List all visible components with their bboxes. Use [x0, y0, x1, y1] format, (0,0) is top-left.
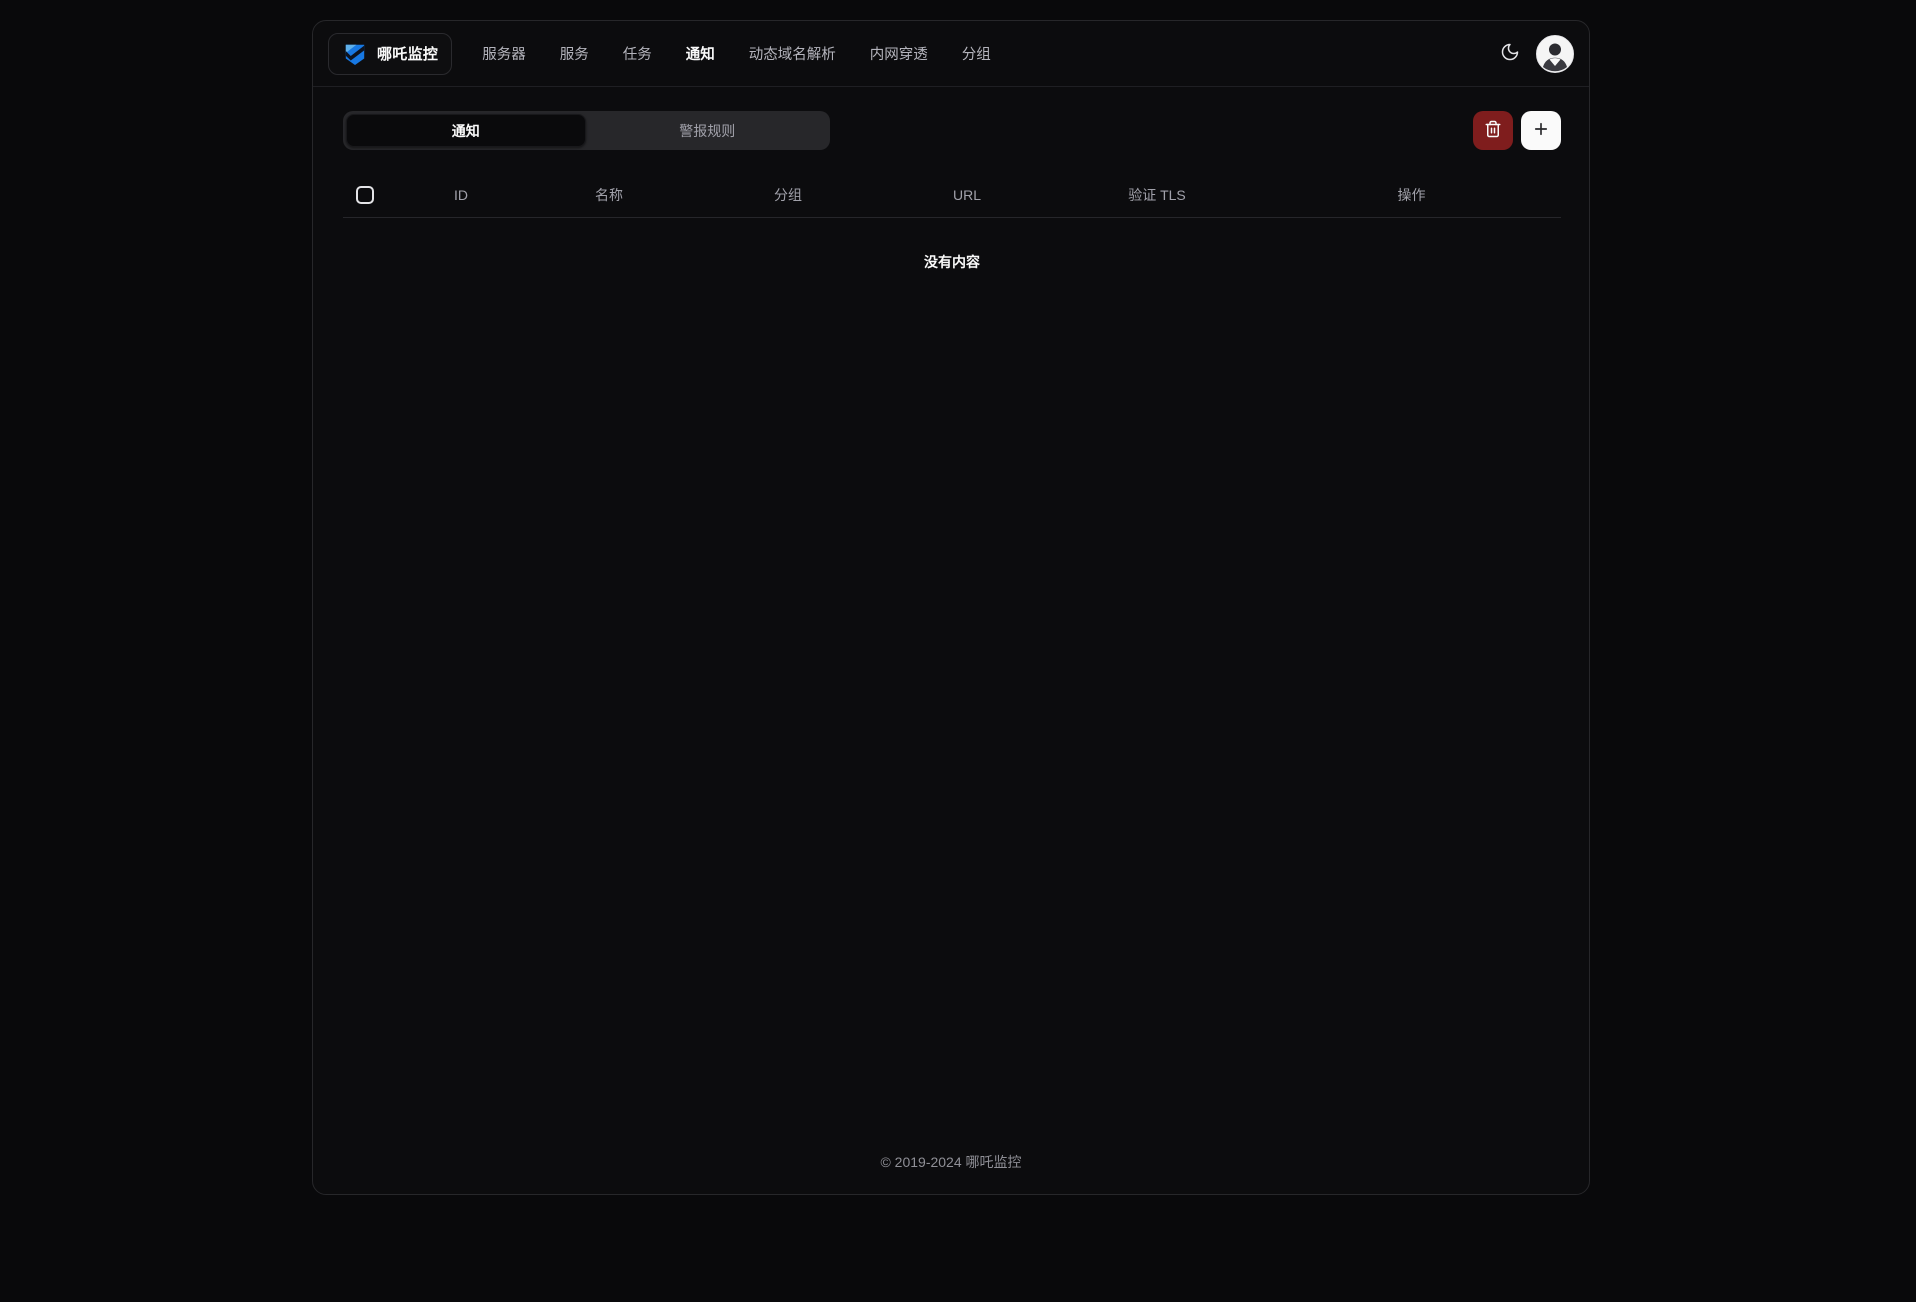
nav-item-services[interactable]: 服务 — [560, 43, 589, 64]
nav-item-notifications[interactable]: 通知 — [686, 43, 715, 64]
nav-item-groups[interactable]: 分组 — [962, 43, 991, 64]
main-card: 哪吒监控 服务器 服务 任务 通知 动态域名解析 内网穿透 分组 — [312, 20, 1590, 1195]
table-header-group: 分组 — [694, 185, 882, 205]
tab-alert-rules[interactable]: 警报规则 — [588, 114, 828, 147]
trash-icon — [1484, 120, 1502, 141]
notifications-table: ID 名称 分组 URL 验证 TLS 操作 没有内容 — [343, 172, 1561, 306]
copyright-text: © 2019-2024 哪吒监控 — [880, 1152, 1021, 1172]
tab-notifications[interactable]: 通知 — [346, 114, 586, 147]
nav-item-nat[interactable]: 内网穿透 — [870, 43, 928, 64]
table-header-url: URL — [882, 187, 1052, 203]
plus-icon — [1532, 120, 1550, 141]
select-all-checkbox[interactable] — [356, 186, 374, 204]
delete-button[interactable] — [1473, 111, 1513, 150]
brand-logo-icon — [342, 41, 368, 67]
top-nav: 哪吒监控 服务器 服务 任务 通知 动态域名解析 内网穿透 分组 — [313, 21, 1589, 87]
content-spacer — [343, 306, 1561, 1152]
table-header-checkbox-cell — [343, 186, 398, 204]
user-avatar[interactable] — [1536, 35, 1574, 73]
card-footer: © 2019-2024 哪吒监控 — [313, 1152, 1589, 1194]
nav-item-servers[interactable]: 服务器 — [482, 43, 526, 64]
nav-item-tasks[interactable]: 任务 — [623, 43, 652, 64]
table-header-row: ID 名称 分组 URL 验证 TLS 操作 — [343, 172, 1561, 218]
tab-switcher: 通知 警报规则 — [343, 111, 830, 150]
brand-home-button[interactable]: 哪吒监控 — [328, 33, 452, 75]
table-header-actions: 操作 — [1262, 185, 1561, 205]
page-content: 通知 警报规则 — [313, 87, 1589, 1152]
table-header-id: ID — [398, 187, 524, 203]
brand-name: 哪吒监控 — [377, 43, 438, 64]
table-header-verify-tls: 验证 TLS — [1052, 185, 1262, 205]
table-empty-row: 没有内容 — [343, 218, 1561, 306]
add-button[interactable] — [1521, 111, 1561, 150]
user-avatar-icon — [1536, 35, 1574, 73]
toolbar: 通知 警报规则 — [343, 111, 1561, 150]
nav-menu: 服务器 服务 任务 通知 动态域名解析 内网穿透 分组 — [482, 43, 991, 64]
moon-icon — [1500, 42, 1520, 65]
toolbar-actions — [1473, 111, 1561, 150]
nav-item-ddns[interactable]: 动态域名解析 — [749, 43, 836, 64]
theme-toggle-button[interactable] — [1492, 36, 1528, 72]
table-header-name: 名称 — [524, 185, 694, 205]
empty-state-text: 没有内容 — [924, 252, 980, 272]
